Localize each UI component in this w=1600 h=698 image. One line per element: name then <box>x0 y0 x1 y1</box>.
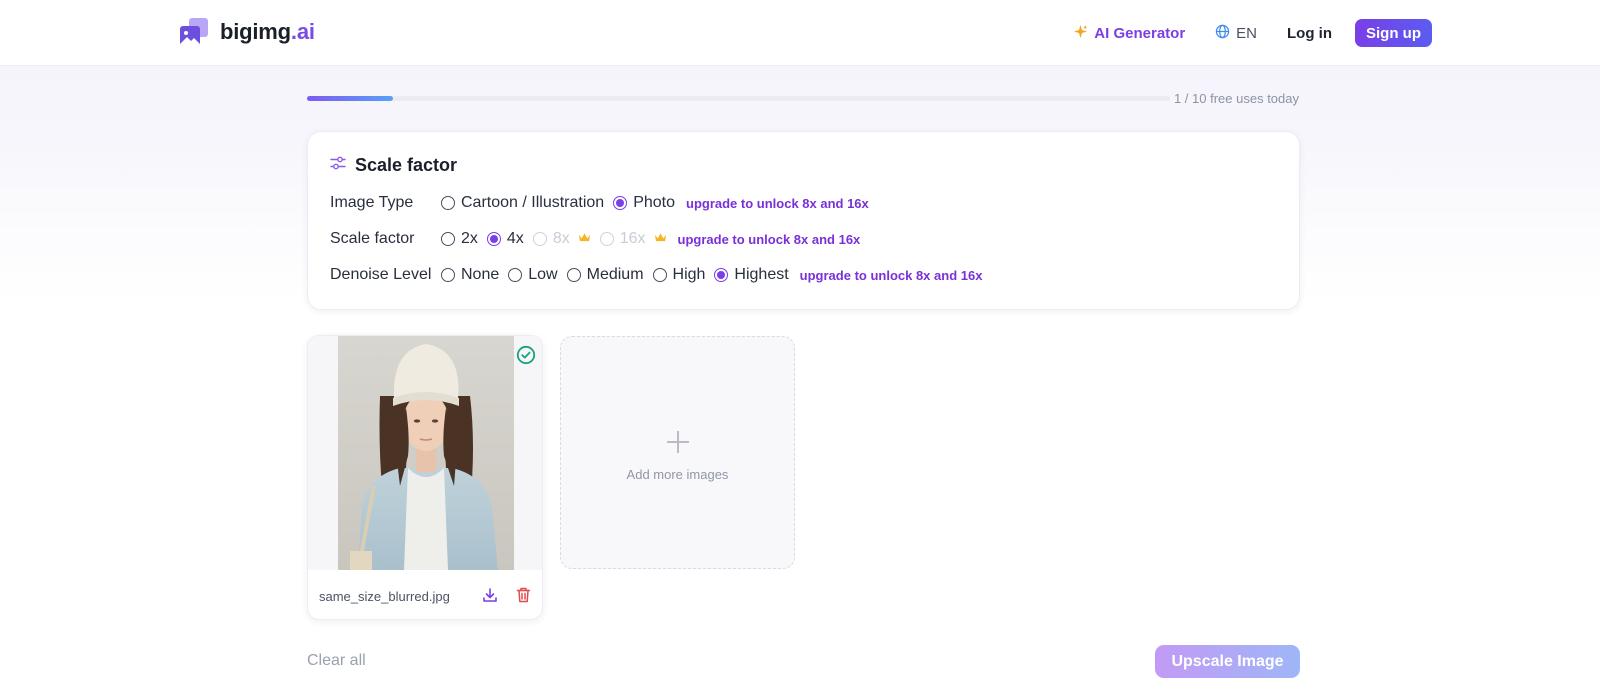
image-type-row: Image Type Cartoon / Illustration Photo … <box>330 194 869 212</box>
denoise-row: Denoise Level None Low Medium High Highe… <box>330 266 982 284</box>
radio-high[interactable] <box>652 268 667 282</box>
radio-cartoon[interactable] <box>441 196 455 210</box>
logo[interactable]: bigimg.ai <box>180 18 315 46</box>
denoise-label: Denoise Level <box>330 266 432 283</box>
radio-16x[interactable] <box>599 232 614 246</box>
image-type-label: Image Type <box>330 194 414 211</box>
image-type-option-cartoon[interactable]: Cartoon / Illustration <box>441 194 604 212</box>
denoise-option-low[interactable]: Low <box>508 266 558 284</box>
signup-button[interactable]: Sign up <box>1355 19 1432 47</box>
success-check-icon <box>516 345 536 365</box>
trash-icon <box>516 587 531 606</box>
crown-icon <box>578 230 591 248</box>
top-nav: AI Generator EN Log in Sign up <box>1073 19 1432 47</box>
file-name: same_size_blurred.jpg <box>319 588 450 604</box>
download-icon <box>482 587 498 606</box>
add-more-images-dropzone[interactable]: Add more images <box>560 336 795 569</box>
radio-highest[interactable] <box>714 268 729 282</box>
image-type-option-photo[interactable]: Photo <box>613 194 675 212</box>
scale-option-4x[interactable]: 4x <box>486 230 524 248</box>
settings-title-text: Scale factor <box>355 155 458 175</box>
denoise-option-medium[interactable]: Medium <box>566 266 644 284</box>
radio-low[interactable] <box>508 268 523 282</box>
clear-all-button[interactable]: Clear all <box>307 652 366 670</box>
top-header: bigimg.ai AI Generator EN Log in Sign up <box>0 0 1600 66</box>
scale-option-16x[interactable]: 16x <box>599 230 667 248</box>
logo-icon <box>180 18 208 46</box>
ai-generator-link[interactable]: AI Generator <box>1073 24 1185 43</box>
radio-none[interactable] <box>441 268 455 282</box>
upscale-image-button[interactable]: Upscale Image <box>1155 645 1300 678</box>
upgrade-link[interactable]: upgrade to unlock 8x and 16x <box>800 268 983 283</box>
scale-factor-row: Scale factor 2x 4x 8x 16x upgrade to unl… <box>330 230 860 248</box>
radio-4x[interactable] <box>486 232 501 246</box>
scale-factor-label: Scale factor <box>330 230 415 247</box>
uploaded-image-card: same_size_blurred.jpg <box>307 335 543 620</box>
radio-8x[interactable] <box>532 232 547 246</box>
globe-icon <box>1215 24 1230 43</box>
denoise-option-none[interactable]: None <box>441 266 499 284</box>
radio-2x[interactable] <box>441 232 455 246</box>
ai-generator-label: AI Generator <box>1094 24 1186 42</box>
sparkle-icon <box>1073 24 1088 43</box>
image-preview[interactable] <box>308 336 542 570</box>
crown-icon <box>654 230 667 248</box>
login-link[interactable]: Log in <box>1287 25 1332 42</box>
settings-title: Scale factor <box>330 155 457 176</box>
upgrade-link[interactable]: upgrade to unlock 8x and 16x <box>678 232 861 247</box>
file-row: same_size_blurred.jpg <box>319 586 533 606</box>
radio-photo[interactable] <box>613 196 628 210</box>
usage-label: 1 / 10 free uses today <box>1173 91 1299 106</box>
language-selector[interactable]: EN <box>1215 24 1257 43</box>
usage-progress-fill <box>307 96 394 101</box>
denoise-option-high[interactable]: High <box>652 266 705 284</box>
sliders-icon <box>330 155 346 176</box>
uploaded-photo <box>338 336 514 570</box>
settings-card: Scale factor Image Type Cartoon / Illust… <box>307 131 1300 310</box>
scale-option-2x[interactable]: 2x <box>441 230 478 248</box>
scale-option-8x[interactable]: 8x <box>532 230 591 248</box>
radio-medium[interactable] <box>566 268 581 282</box>
download-button[interactable] <box>480 586 500 606</box>
upgrade-link[interactable]: upgrade to unlock 8x and 16x <box>686 196 869 211</box>
add-more-label: Add more images <box>626 467 729 482</box>
usage-progress <box>307 90 1170 110</box>
logo-text-main: bigimg <box>220 19 291 44</box>
denoise-option-highest[interactable]: Highest <box>714 266 789 284</box>
language-label: EN <box>1236 24 1257 42</box>
delete-button[interactable] <box>513 586 533 606</box>
logo-text-accent: .ai <box>290 19 315 44</box>
plus-icon <box>666 431 689 453</box>
